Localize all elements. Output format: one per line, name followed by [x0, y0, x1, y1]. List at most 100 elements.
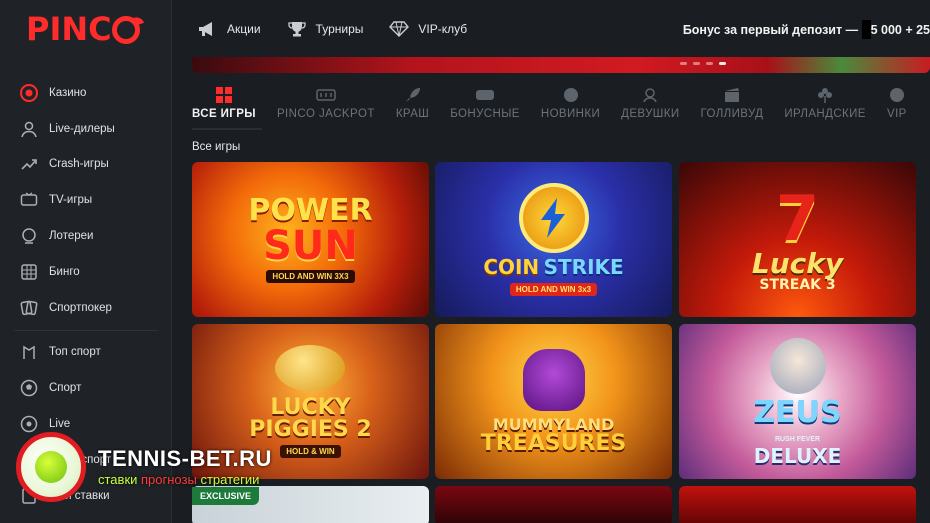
tab-label: БОНУСНЫЕ	[450, 108, 520, 120]
tab-pinco-jackpot[interactable]: PINCO JACKPOT	[277, 82, 375, 120]
vip-icon	[887, 86, 907, 104]
banner-dot[interactable]	[693, 62, 700, 65]
vip-club-link[interactable]: VIP-клуб	[389, 20, 467, 38]
diamond-icon	[389, 20, 410, 38]
live-dealer-icon	[19, 119, 39, 139]
sidebar-item-label: Crash-игры	[49, 158, 109, 171]
bingo-icon	[19, 262, 39, 282]
game-card-mummyland-treasures[interactable]: MUMMYLAND TREASURES	[435, 324, 672, 479]
zeus-character-icon	[769, 337, 826, 394]
watermark-tagline-part: стратегии	[196, 472, 260, 487]
tab-vip[interactable]: VIP	[887, 82, 907, 120]
game-title: LUCKY	[270, 394, 351, 420]
pinco-logo[interactable]: PINC	[26, 10, 144, 48]
game-title: DELUXE	[753, 443, 842, 468]
tab-hollywood[interactable]: ГОЛЛИВУД	[701, 82, 764, 120]
game-title: Lucky	[751, 246, 844, 280]
sidebar-item-label: Бинго	[49, 265, 80, 278]
banner-pagination[interactable]	[680, 62, 726, 65]
tab-label: VIP	[887, 108, 907, 120]
watermark-site: TENNIS-BET.RU	[98, 446, 272, 471]
sidebar-item-lotteries[interactable]: Лотереи	[0, 218, 172, 254]
game-title: STREAK 3	[759, 276, 836, 293]
game-card-lucky-streak-3[interactable]: 7 Lucky STREAK 3	[679, 162, 916, 317]
game-title: COIN	[483, 254, 540, 279]
banner-dot[interactable]	[706, 62, 713, 65]
category-tabs: ВСЕ ИГРЫ PINCO JACKPOT КРАШ БОНУСНЫЕ НОВ…	[192, 82, 930, 128]
promotions-label: Акции	[227, 21, 261, 36]
game-card-coin-strike[interactable]: COIN STRIKE HOLD AND WIN 3x3	[435, 162, 672, 317]
sidebar-item-crash-games[interactable]: Crash-игры	[0, 147, 172, 183]
tab-crash[interactable]: КРАШ	[396, 82, 429, 120]
crash-games-icon	[19, 154, 39, 174]
hollywood-icon	[722, 86, 742, 104]
sidebar-item-label: TV-игры	[49, 194, 93, 207]
tab-irish[interactable]: ИРЛАНДСКИЕ	[784, 82, 866, 120]
sidebar-item-bingo[interactable]: Бинго	[0, 254, 172, 290]
game-card-zeus-deluxe[interactable]: ZEUS RUSH FEVER DELUXE	[679, 324, 916, 479]
tennis-ball-logo-icon	[16, 432, 86, 502]
trophy-icon	[287, 20, 307, 38]
logo-o-icon	[111, 15, 144, 44]
tab-all-games[interactable]: ВСЕ ИГРЫ	[192, 82, 256, 120]
soccer-ball-icon	[19, 378, 39, 398]
game-subtitle: RUSH FEVER	[774, 435, 821, 443]
bonus-icon	[475, 86, 495, 104]
tv-icon	[19, 190, 39, 210]
top-sport-icon	[19, 342, 39, 362]
sidebar-item-top-sport[interactable]: Топ спорт	[0, 335, 172, 371]
game-card-partial[interactable]	[679, 486, 916, 523]
game-subtitle: HOLD AND WIN 3x3	[509, 282, 598, 296]
tab-bonus[interactable]: БОНУСНЫЕ	[450, 82, 520, 120]
tab-label: ГОЛЛИВУД	[700, 108, 764, 120]
watermark-tagline-part: ставки	[98, 472, 142, 487]
top-bar: Акции Турниры VIP-клуб Бонус за первый д…	[172, 0, 930, 57]
banner-dot-active[interactable]	[719, 62, 726, 65]
game-title: ZEUS	[753, 394, 842, 430]
sidebar-item-label: Лотереи	[49, 230, 94, 243]
new-icon	[561, 86, 581, 104]
game-title: STRIKE	[543, 254, 624, 279]
game-card-partial[interactable]	[435, 486, 672, 523]
game-title: POWER	[248, 192, 373, 228]
girls-icon	[640, 86, 660, 104]
rocket-icon	[403, 86, 423, 104]
sidebar-item-live-dealers[interactable]: Live-дилеры	[0, 111, 172, 147]
lottery-icon	[19, 226, 39, 246]
game-title: TREASURES	[480, 430, 627, 456]
watermark-tagline: ставки прогнозы стратегии	[98, 472, 259, 487]
sidebar-item-casino[interactable]: Казино	[0, 75, 172, 111]
megaphone-icon	[198, 20, 218, 38]
tabs-divider	[192, 128, 262, 130]
sidebar-item-tv-games[interactable]: TV-игры	[0, 182, 172, 218]
sidebar-divider	[14, 329, 158, 331]
promotions-link[interactable]: Акции	[198, 20, 261, 38]
sidebar-item-label: Спорт	[49, 382, 82, 395]
casino-chip-icon	[19, 83, 39, 103]
tab-girls[interactable]: ДЕВУШКИ	[621, 82, 679, 120]
promo-banner[interactable]	[192, 57, 930, 73]
game-title-seven: 7	[775, 181, 820, 255]
banner-dot[interactable]	[680, 62, 687, 65]
sport-poker-icon	[19, 298, 39, 318]
tab-label: PINCO JACKPOT	[276, 108, 375, 120]
text-cursor	[861, 20, 871, 39]
vip-club-label: VIP-клуб	[418, 21, 468, 36]
tournaments-link[interactable]: Турниры	[287, 20, 363, 38]
sidebar-item-sport[interactable]: Спорт	[0, 370, 172, 406]
sidebar-item-sport-poker[interactable]: Спортпокер	[0, 290, 172, 326]
tab-new[interactable]: НОВИНКИ	[541, 82, 600, 120]
game-card-power-sun[interactable]: POWER SUN HOLD AND WIN 3X3	[192, 162, 429, 317]
watermark-tagline-part: прогнозы	[141, 472, 197, 487]
tennis-bet-watermark: TENNIS-BET.RU ставки прогнозы стратегии	[16, 432, 306, 502]
tab-label: ИРЛАНДСКИЕ	[784, 108, 866, 120]
tab-label: КРАШ	[395, 108, 430, 120]
tab-label: НОВИНКИ	[540, 108, 601, 120]
first-deposit-bonus[interactable]: Бонус за первый депозит — 5 000 + 25	[683, 20, 930, 39]
game-subtitle: HOLD AND WIN 3X3	[266, 269, 355, 283]
section-title: Все игры	[192, 141, 241, 153]
mummy-character-icon	[522, 348, 585, 411]
tab-label: ДЕВУШКИ	[621, 108, 680, 120]
game-title: SUN	[263, 222, 358, 269]
lightning-coin-icon	[518, 182, 589, 253]
